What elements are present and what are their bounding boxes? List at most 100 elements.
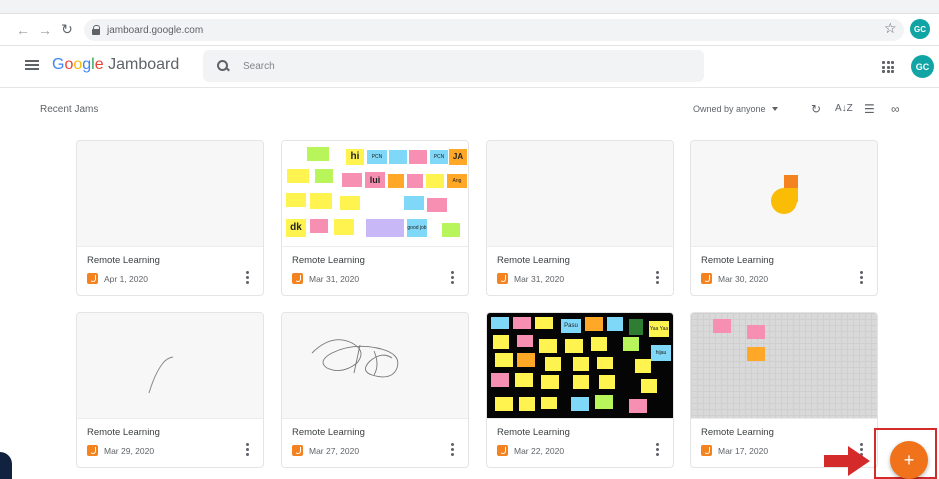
account-avatar[interactable]: GC — [911, 55, 934, 78]
jam-thumbnail: Pasu Yaa Yaa hijau — [487, 313, 673, 419]
sticky-note — [427, 198, 447, 212]
jam-thumbnail — [77, 141, 263, 247]
sticky-note — [388, 174, 404, 188]
sticky-note — [307, 147, 329, 161]
sort-az-icon[interactable]: A↓Z — [835, 103, 853, 114]
annotation-arrow-icon — [824, 446, 870, 476]
link-icon[interactable]: ∞ — [891, 102, 900, 116]
jamboard-file-icon — [292, 445, 303, 456]
forward-arrow-icon[interactable]: → — [34, 19, 56, 41]
app-header: Google Jamboard GC — [0, 46, 939, 88]
sticky-note — [545, 357, 561, 371]
sticky-note: JA — [449, 149, 467, 165]
browser-profile-avatar[interactable]: GC — [910, 19, 930, 39]
sticky-note — [629, 399, 647, 413]
address-bar[interactable]: jamboard.google.com — [84, 19, 904, 41]
jamboard-logo[interactable]: Google Jamboard — [52, 56, 179, 74]
sticky-note — [493, 335, 509, 349]
back-arrow-icon[interactable]: ← — [12, 19, 34, 41]
sticky-note — [585, 317, 603, 331]
more-options-icon[interactable] — [656, 271, 659, 284]
jam-date: Apr 1, 2020 — [104, 274, 148, 284]
more-options-icon[interactable] — [656, 443, 659, 456]
sticky-note — [389, 150, 407, 164]
sticky-note: PCN — [367, 150, 387, 164]
jam-date: Mar 29, 2020 — [104, 446, 155, 456]
jamboard-file-icon — [87, 445, 98, 456]
sticky-note — [495, 397, 513, 411]
jam-thumbnail: hi PCN PCN JA lui Ang dk good job — [282, 141, 468, 247]
sticky-note — [541, 397, 557, 409]
sticky-note — [334, 219, 354, 235]
sticky-note — [635, 359, 651, 373]
jam-card[interactable]: hi PCN PCN JA lui Ang dk good job Remote… — [281, 140, 469, 296]
sticky-note: dk — [286, 219, 306, 237]
sticky-note — [442, 223, 460, 237]
jam-date: Mar 31, 2020 — [514, 274, 565, 284]
jam-card[interactable]: Remote Learning Apr 1, 2020 — [76, 140, 264, 296]
jam-card[interactable]: Remote Learning Mar 30, 2020 — [690, 140, 878, 296]
jam-card[interactable]: Remote Learning Mar 27, 2020 — [281, 312, 469, 468]
sticky-note — [426, 174, 444, 188]
jam-thumbnail — [691, 141, 877, 247]
url-text: jamboard.google.com — [107, 24, 204, 36]
main-menu-icon[interactable] — [25, 60, 39, 70]
list-view-icon[interactable]: ☰ — [864, 102, 875, 116]
pen-stroke-drawing — [148, 356, 174, 394]
sticky-note — [407, 174, 423, 188]
jam-title: Remote Learning — [701, 255, 774, 266]
sticky-note — [517, 335, 533, 347]
jam-card[interactable]: Remote Learning Mar 29, 2020 — [76, 312, 264, 468]
refresh-icon[interactable]: ↻ — [811, 102, 821, 116]
sticky-note — [342, 173, 362, 187]
jam-title: Remote Learning — [87, 255, 160, 266]
bookmark-star-icon[interactable]: ☆ — [884, 20, 897, 37]
jam-card[interactable]: Remote Learning Mar 17, 2020 — [690, 312, 878, 468]
jam-title: Remote Learning — [497, 255, 570, 266]
jam-date: Mar 27, 2020 — [309, 446, 360, 456]
sticky-note: Pasu — [561, 319, 581, 333]
sticky-note — [515, 373, 533, 387]
sticky-note: good job — [407, 219, 427, 237]
more-options-icon[interactable] — [451, 271, 454, 284]
owner-filter-dropdown[interactable]: Owned by anyone — [693, 104, 778, 114]
jamboard-file-icon — [87, 273, 98, 284]
sticky-note: PCN — [430, 150, 448, 164]
sticky-note — [366, 219, 404, 237]
lock-icon — [92, 25, 101, 35]
more-options-icon[interactable] — [451, 443, 454, 456]
search-icon — [217, 60, 229, 72]
sticky-note — [535, 317, 553, 329]
sticky-note — [599, 375, 615, 389]
sticky-note: hijau — [651, 345, 671, 361]
jam-date: Mar 22, 2020 — [514, 446, 565, 456]
jam-title: Remote Learning — [497, 427, 570, 438]
sticky-note — [491, 317, 509, 329]
google-apps-icon[interactable] — [882, 61, 894, 73]
jam-thumbnail — [487, 141, 673, 247]
more-options-icon[interactable] — [246, 271, 249, 284]
sticky-note — [539, 339, 557, 353]
sticky-note — [541, 375, 559, 389]
new-jam-button[interactable]: + — [890, 441, 928, 479]
jam-thumbnail — [282, 313, 468, 419]
reload-icon[interactable]: ↻ — [56, 19, 78, 41]
sticky-note — [287, 169, 309, 183]
sticky-note: Yaa Yaa — [649, 321, 669, 337]
search-bar[interactable] — [203, 50, 704, 82]
jam-title: Remote Learning — [292, 427, 365, 438]
jam-title: Remote Learning — [701, 427, 774, 438]
search-input[interactable] — [243, 60, 643, 72]
sticky-note — [315, 169, 333, 183]
jam-card[interactable]: Pasu Yaa Yaa hijau Remote Learning Mar 2… — [486, 312, 674, 468]
sticky-note — [571, 397, 589, 411]
more-options-icon[interactable] — [246, 443, 249, 456]
sticky-note — [491, 373, 509, 387]
jamboard-file-icon — [701, 273, 712, 284]
sticky-note — [519, 397, 535, 411]
jam-date: Mar 30, 2020 — [718, 274, 769, 284]
more-options-icon[interactable] — [860, 271, 863, 284]
sticky-note — [513, 317, 531, 329]
sticky-note — [286, 193, 306, 207]
jam-card[interactable]: Remote Learning Mar 31, 2020 — [486, 140, 674, 296]
